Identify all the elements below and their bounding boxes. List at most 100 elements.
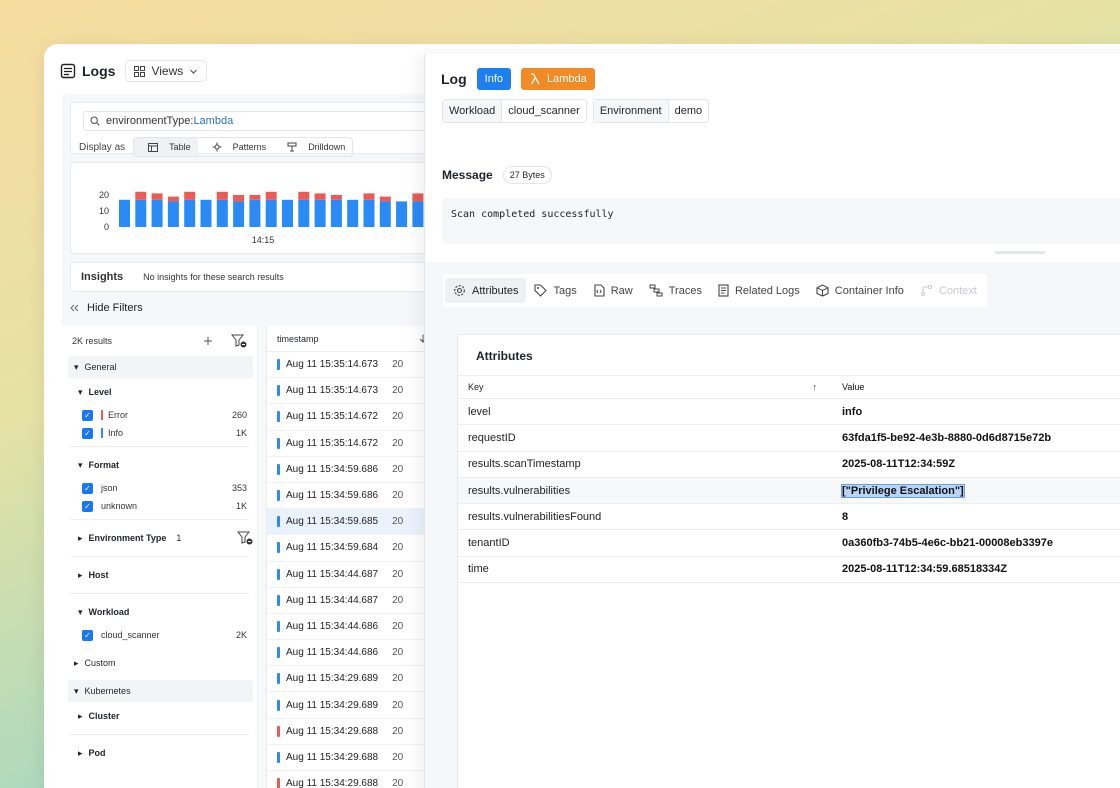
- plus-icon[interactable]: [203, 336, 213, 346]
- views-dropdown[interactable]: Views: [125, 60, 208, 82]
- resize-handle[interactable]: [995, 251, 1045, 254]
- mode-patterns-button[interactable]: Patterns: [198, 138, 274, 156]
- attribute-value[interactable]: 2025-08-11T12:34:59.68518334Z: [842, 563, 1007, 575]
- checkbox[interactable]: ✓: [82, 409, 93, 421]
- tab-raw[interactable]: Raw: [585, 278, 641, 303]
- chip-workload[interactable]: Workload cloud_scanner: [442, 99, 587, 123]
- bar-info[interactable]: [314, 199, 326, 227]
- bar-info[interactable]: [249, 199, 261, 227]
- bar-info[interactable]: [298, 199, 310, 227]
- filter-item-json[interactable]: ✓ json 353: [62, 479, 257, 497]
- bar-info[interactable]: [412, 201, 424, 227]
- filter-cluster[interactable]: ▸ Cluster: [62, 702, 257, 730]
- bar-error[interactable]: [379, 196, 391, 202]
- bar-info[interactable]: [135, 199, 147, 227]
- filter-item-info[interactable]: ✓ Info 1K: [62, 424, 257, 442]
- filter-level[interactable]: ▾ Level: [62, 378, 257, 406]
- tab-container-info[interactable]: Container Info: [808, 278, 912, 303]
- insights-label: Insights: [81, 271, 124, 283]
- tag-icon: [534, 284, 548, 297]
- column-header-timestamp[interactable]: timestamp: [277, 334, 319, 344]
- mode-drilldown-button[interactable]: Drilldown: [273, 138, 352, 156]
- attribute-row[interactable]: results.vulnerabilities ["Privilege Escal…: [458, 477, 1120, 505]
- bar-error[interactable]: [151, 193, 163, 200]
- bar-error[interactable]: [412, 193, 424, 202]
- views-label: Views: [151, 64, 184, 78]
- hide-filters-button[interactable]: Hide Filters: [70, 302, 143, 314]
- bar-error[interactable]: [184, 191, 196, 200]
- filter-environment-type[interactable]: ▸ Environment Type 1: [62, 524, 257, 552]
- attribute-row[interactable]: results.scanTimestamp 2025-08-11T12:34:59…: [458, 452, 1120, 478]
- filter-clear-icon[interactable]: [237, 531, 253, 545]
- tab-label: Container Info: [834, 284, 904, 297]
- level-indicator: [277, 647, 280, 659]
- filter-group-custom[interactable]: ▸ Custom: [68, 652, 253, 674]
- bar-info[interactable]: [184, 199, 196, 227]
- bar-error[interactable]: [167, 196, 179, 202]
- sort-up-icon[interactable]: ↑: [813, 382, 818, 392]
- bar-info[interactable]: [265, 199, 277, 227]
- bar-info[interactable]: [216, 199, 228, 227]
- tab-attributes[interactable]: Attributes: [445, 278, 527, 303]
- attribute-value[interactable]: 0a360fb3-74b5-4e6c-bb21-00008eb3397e: [842, 537, 1053, 549]
- bar-error[interactable]: [298, 191, 310, 200]
- bar-error[interactable]: [330, 195, 342, 200]
- search-input[interactable]: environmentType:Lambda: [83, 111, 451, 131]
- filter-workload[interactable]: ▾ Workload: [62, 598, 257, 626]
- chip-value: demo: [674, 105, 703, 117]
- bar-error[interactable]: [135, 191, 147, 200]
- filter-item-cloud-scanner[interactable]: ✓ cloud_scanner 2K: [62, 626, 257, 644]
- bar-info[interactable]: [282, 199, 293, 227]
- filter-group-general[interactable]: ▾ General: [68, 356, 253, 378]
- tab-traces[interactable]: Traces: [641, 278, 710, 303]
- bar-error[interactable]: [314, 193, 326, 200]
- row-next-column: 20: [392, 594, 404, 606]
- filter-host[interactable]: ▸ Host: [62, 561, 257, 589]
- attribute-value[interactable]: 8: [842, 511, 848, 523]
- bar-info[interactable]: [233, 201, 245, 227]
- bar-error[interactable]: [216, 191, 228, 200]
- bar-error[interactable]: [233, 195, 245, 202]
- attribute-row[interactable]: time 2025-08-11T12:34:59.68518334Z: [458, 557, 1120, 584]
- filter-item-error[interactable]: ✓ Error 260: [62, 406, 257, 424]
- column-header-value[interactable]: Value: [833, 382, 1120, 392]
- bar-info[interactable]: [119, 199, 130, 227]
- tab-tags[interactable]: Tags: [526, 278, 584, 303]
- checkbox[interactable]: ✓: [82, 629, 93, 641]
- attribute-row[interactable]: results.vulnerabilitiesFound 8: [458, 504, 1120, 531]
- bar-error[interactable]: [249, 195, 261, 200]
- attribute-row[interactable]: tenantID 0a360fb3-74b5-4e6c-bb21-00008eb3…: [458, 530, 1120, 557]
- tab-related-logs[interactable]: Related Logs: [710, 278, 808, 303]
- filter-pod[interactable]: ▸ Pod: [62, 739, 257, 767]
- checkbox[interactable]: ✓: [82, 482, 93, 494]
- bar-info[interactable]: [167, 201, 179, 227]
- mode-table-button[interactable]: Table: [134, 138, 198, 156]
- bar-info[interactable]: [347, 199, 359, 227]
- attribute-value[interactable]: 2025-08-11T12:34:59Z: [842, 458, 955, 470]
- bar-info[interactable]: [151, 199, 163, 227]
- attribute-row[interactable]: level info: [458, 399, 1120, 426]
- attribute-row[interactable]: requestID 63fda1f5-be92-4e3b-8880-0d6d871…: [458, 425, 1120, 452]
- bar-error[interactable]: [265, 191, 277, 200]
- bar-info[interactable]: [379, 201, 391, 227]
- bar-info[interactable]: [363, 199, 375, 227]
- column-header-key[interactable]: Key: [468, 382, 484, 392]
- logs-icon: [60, 63, 76, 79]
- chip-environment[interactable]: Environment demo: [592, 99, 710, 123]
- filter-clear-icon[interactable]: [231, 334, 247, 348]
- attributes-title: Attributes: [476, 349, 533, 363]
- attribute-value[interactable]: ["Privilege Escalation"]: [841, 483, 965, 498]
- checkbox[interactable]: ✓: [82, 500, 93, 512]
- attribute-value[interactable]: 63fda1f5-be92-4e3b-8880-0d6d8715e72b: [842, 432, 1051, 444]
- bar-info[interactable]: [396, 201, 408, 227]
- filter-group-kubernetes[interactable]: ▾ Kubernetes: [68, 680, 253, 702]
- caret-right-icon: ▸: [74, 657, 79, 668]
- attribute-value[interactable]: info: [842, 406, 862, 418]
- bar-error[interactable]: [363, 193, 375, 200]
- bar-info[interactable]: [330, 199, 342, 227]
- checkbox[interactable]: ✓: [82, 427, 93, 439]
- filter-format[interactable]: ▾ Format: [62, 451, 257, 479]
- x-tick-label: 14:15: [252, 235, 275, 245]
- filter-item-unknown[interactable]: ✓ unknown 1K: [62, 497, 257, 515]
- bar-info[interactable]: [200, 199, 212, 227]
